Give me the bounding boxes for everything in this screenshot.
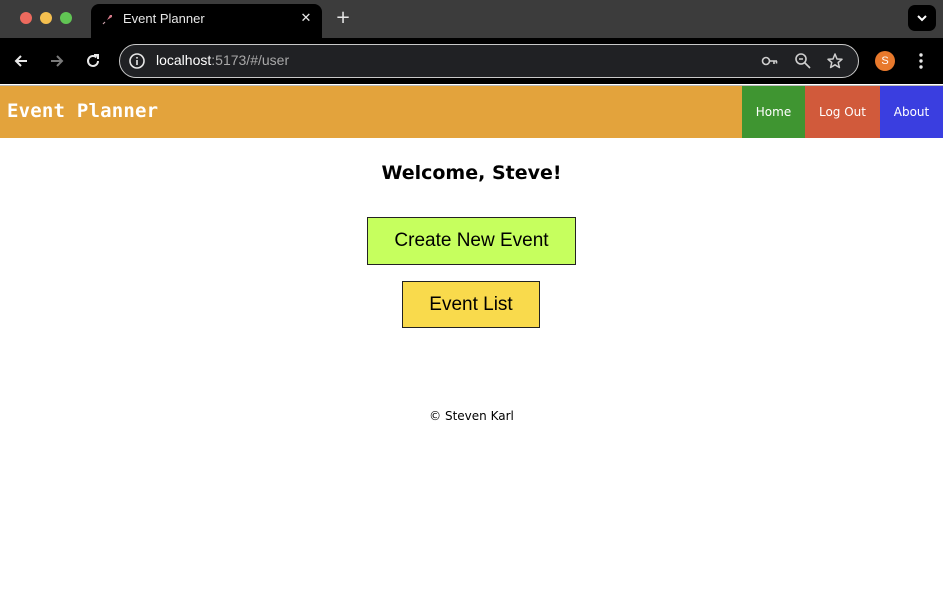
chevron-down-icon	[917, 15, 927, 22]
kebab-menu-icon[interactable]	[913, 51, 929, 71]
url-host: localhost	[156, 52, 212, 68]
reload-icon[interactable]	[83, 51, 103, 71]
close-window-button[interactable]	[20, 12, 32, 24]
site-info-icon[interactable]	[128, 52, 146, 70]
key-icon[interactable]	[761, 52, 779, 70]
footer-copyright: © Steven Karl	[429, 409, 514, 423]
url-text: localhost:5173/#/user	[156, 52, 289, 68]
nav-home-link[interactable]: Home	[742, 86, 805, 138]
star-icon[interactable]	[826, 52, 844, 70]
nav-logout-link[interactable]: Log Out	[805, 86, 880, 138]
maximize-window-button[interactable]	[60, 12, 72, 24]
address-bar[interactable]: localhost:5173/#/user	[119, 44, 859, 78]
forward-arrow-icon[interactable]	[47, 51, 67, 71]
close-tab-icon[interactable]: ✕	[298, 11, 314, 27]
create-new-event-button[interactable]: Create New Event	[367, 217, 576, 265]
app-brand: Event Planner	[7, 100, 159, 122]
nav-about-link[interactable]: About	[880, 86, 943, 138]
rocket-favicon-icon	[102, 15, 112, 25]
zoom-icon[interactable]	[794, 52, 812, 70]
back-arrow-icon[interactable]	[11, 51, 31, 71]
browser-tab[interactable]: Event Planner ✕	[91, 4, 322, 38]
event-list-button[interactable]: Event List	[402, 281, 540, 328]
minimize-window-button[interactable]	[40, 12, 52, 24]
page-content: Event Planner Home Log Out About Welcome…	[0, 84, 943, 598]
welcome-heading: Welcome, Steve!	[381, 162, 562, 184]
app-header: Event Planner Home Log Out About	[0, 85, 943, 138]
url-path: :5173/#/user	[211, 52, 290, 68]
profile-avatar[interactable]: S	[875, 51, 895, 71]
browser-toolbar: localhost:5173/#/user S	[0, 38, 943, 84]
browser-tab-bar: Event Planner ✕ +	[0, 0, 943, 38]
tab-title: Event Planner	[123, 11, 205, 26]
tab-search-button[interactable]	[908, 5, 936, 31]
new-tab-button[interactable]: +	[333, 8, 353, 28]
